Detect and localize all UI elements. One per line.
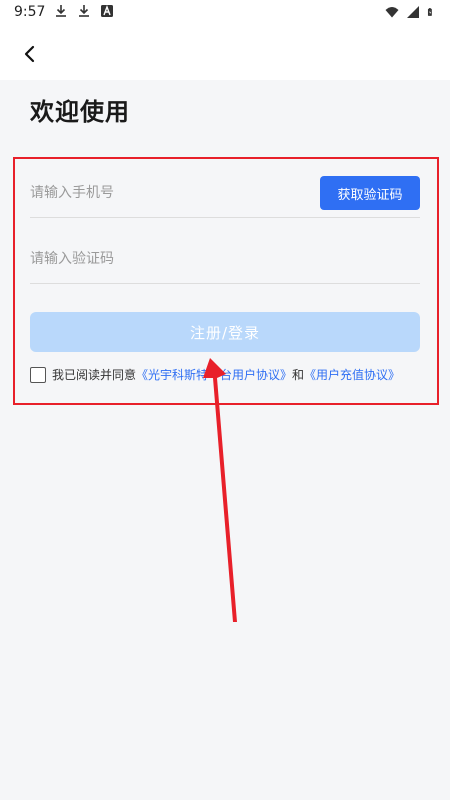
chevron-left-icon [24, 45, 35, 63]
nav-bar [0, 28, 450, 80]
download-icon [79, 5, 89, 17]
agreement-prefix: 我已阅读并同意 [52, 368, 137, 382]
agreement-row: 我已阅读并同意 《光宇科斯特平台用户协议》 和 《用户充值协议》 [30, 366, 400, 383]
code-input[interactable] [30, 246, 300, 272]
status-system-icons [385, 5, 436, 19]
phone-field: 获取验证码 [30, 168, 420, 218]
agree-checkbox[interactable] [30, 366, 46, 383]
wifi-icon [385, 7, 399, 18]
register-login-button[interactable]: 注册/登录 [30, 312, 420, 352]
login-form: 获取验证码 [30, 168, 420, 284]
download-icon [56, 5, 66, 17]
phone-input[interactable] [30, 180, 300, 206]
back-button[interactable] [16, 40, 44, 68]
status-notification-icons [54, 4, 114, 18]
code-field [30, 234, 420, 284]
page-title: 欢迎使用 [30, 98, 130, 126]
font-icon [101, 5, 113, 17]
agreement-conjunction: 和 [292, 368, 305, 382]
recharge-agreement-link[interactable]: 《用户充值协议》 [304, 366, 400, 383]
user-agreement-link[interactable]: 《光宇科斯特平台用户协议》 [136, 366, 292, 383]
signal-icon [407, 6, 419, 18]
get-code-button[interactable]: 获取验证码 [320, 176, 420, 210]
status-time: 9:57 [14, 4, 46, 20]
battery-icon [427, 8, 432, 16]
status-bar: 9:57 [0, 0, 450, 28]
